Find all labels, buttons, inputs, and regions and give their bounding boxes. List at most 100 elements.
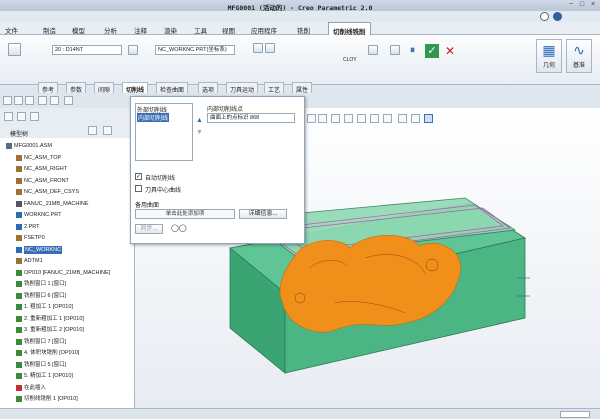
subtab-properties[interactable]: 属性 xyxy=(292,82,313,94)
search-icon[interactable] xyxy=(540,12,549,21)
regenerate-icon[interactable] xyxy=(64,96,73,105)
tree-item[interactable]: 2.PRT xyxy=(0,223,134,231)
pause-icon[interactable]: ⏸ xyxy=(410,45,422,57)
undo-icon[interactable] xyxy=(38,96,47,105)
save-icon[interactable] xyxy=(25,96,34,105)
backup-surface-label: 备用曲面 xyxy=(135,203,160,209)
apply-check-icon[interactable]: ✓ xyxy=(425,44,439,58)
tree-item[interactable]: 4. 体积块铣削 [OP010] xyxy=(0,349,134,357)
datum-button[interactable]: ∿ 基准 xyxy=(566,39,592,73)
selection-filter[interactable] xyxy=(560,411,590,418)
tab-model[interactable]: 模型 xyxy=(72,25,85,35)
tree-item[interactable]: 1. 粗加工 1 [OP010] xyxy=(0,303,134,311)
navigator-header: 模型树 xyxy=(0,108,135,138)
display-style-icon[interactable] xyxy=(370,114,379,123)
tree-item[interactable]: 切削线铣削 1 [OP010] xyxy=(0,395,134,403)
model-tree-tab-icon[interactable] xyxy=(4,112,13,121)
tree-item[interactable]: 3. 重新粗加工 2 [OP010] xyxy=(0,326,134,334)
tree-item-label: 3. 重新粗加工 2 [OP010] xyxy=(24,327,84,333)
tab-annotate[interactable]: 注释 xyxy=(134,25,147,35)
minimize-button[interactable]: − xyxy=(566,1,576,9)
saved-views-icon[interactable] xyxy=(357,114,366,123)
move-down-icon[interactable]: ▼ xyxy=(196,129,203,136)
tree-item-icon xyxy=(16,361,22,368)
refit-icon[interactable] xyxy=(331,114,340,123)
subtab-options[interactable]: 选项 xyxy=(198,82,219,94)
zoom-out-icon[interactable] xyxy=(318,114,327,123)
tool-option-icon-2[interactable] xyxy=(265,43,275,53)
tree-item[interactable]: 在此插入 xyxy=(0,384,134,392)
tool-option-icon[interactable] xyxy=(253,43,263,53)
cutline-list[interactable]: 外部切削线 内部切削线 xyxy=(135,103,193,161)
tab-manufacture[interactable]: 制造 xyxy=(43,25,56,35)
new-file-icon[interactable] xyxy=(3,96,12,105)
tab-analysis[interactable]: 分析 xyxy=(104,25,117,35)
tab-render[interactable]: 渲染 xyxy=(164,25,177,35)
tree-item[interactable]: 2. 重新粗加工 1 [OP010] xyxy=(0,315,134,323)
tab-tools[interactable]: 工具 xyxy=(194,25,207,35)
subtab-check-surfaces[interactable]: 检查曲面 xyxy=(156,82,189,94)
tree-item[interactable]: NC_ASM_DEF_CSYS xyxy=(0,188,134,196)
tree-item[interactable]: FSETP0 xyxy=(0,234,134,242)
sync-button[interactable]: 同步... xyxy=(135,224,163,234)
maximize-button[interactable]: □ xyxy=(577,1,587,9)
tree-filter-icon[interactable] xyxy=(103,126,112,135)
tree-item[interactable]: ADTM1 xyxy=(0,257,134,265)
subtab-parameters[interactable]: 参数 xyxy=(66,82,87,94)
coordinate-system-field[interactable]: NC_WORKNC.PRT(坐标系) xyxy=(155,45,235,55)
annotation-display-icon[interactable] xyxy=(411,114,420,123)
close-window-button[interactable]: × xyxy=(588,1,598,9)
subtab-cutline[interactable]: 切削线 xyxy=(122,82,149,94)
tree-item[interactable]: 铣削窗口 7 [窗口] xyxy=(0,338,134,346)
geometry-button[interactable]: ▦ 几何 xyxy=(536,39,562,73)
open-icon[interactable] xyxy=(14,96,23,105)
verify-icon[interactable] xyxy=(390,45,400,55)
tree-item[interactable]: NC_WORKNC xyxy=(0,245,134,254)
reorient-icon[interactable] xyxy=(344,114,353,123)
tree-settings-icon[interactable] xyxy=(88,126,97,135)
tool-select[interactable]: 20 : D14NT xyxy=(52,45,122,55)
tree-item[interactable]: MFG0001.ASM xyxy=(0,142,134,150)
tree-item[interactable]: 铣削窗口 6 [窗口] xyxy=(0,292,134,300)
tree-item[interactable]: 铣削窗口 5 [窗口] xyxy=(0,361,134,369)
mill-tool-icon[interactable] xyxy=(8,43,21,56)
tree-item[interactable]: NC_ASM_FRONT xyxy=(0,177,134,185)
inner-point-field[interactable]: 曲面上的点标识 868 xyxy=(207,113,295,123)
tab-milling[interactable]: 铣削 xyxy=(297,25,310,35)
tree-item[interactable]: OP010 [FANUC_21MB_MACHINE] xyxy=(0,269,134,277)
tree-item[interactable]: FANUC_21MB_MACHINE xyxy=(0,200,134,208)
details-button[interactable]: 详细信息... xyxy=(239,209,287,219)
cancel-x-icon[interactable]: ✕ xyxy=(443,44,457,58)
redo-icon[interactable] xyxy=(50,96,59,105)
preview-icon[interactable] xyxy=(368,45,378,55)
datum-display-icon[interactable] xyxy=(398,114,407,123)
tool-center-checkbox[interactable] xyxy=(135,185,142,192)
view-manager-icon[interactable] xyxy=(383,114,392,123)
toolpath-display-icon[interactable] xyxy=(424,114,433,123)
zoom-in-icon[interactable] xyxy=(307,114,316,123)
subtab-references[interactable]: 参考 xyxy=(38,82,59,94)
cutline-inner-item[interactable]: 内部切削线 xyxy=(137,113,170,122)
tree-item[interactable]: NC_ASM_RIGHT xyxy=(0,165,134,173)
tab-cutline-milling[interactable]: 切削线铣削 xyxy=(328,22,371,36)
backup-surface-collector[interactable]: 单击此处添加项 xyxy=(135,209,235,219)
tab-applications[interactable]: 应用程序 xyxy=(251,25,277,35)
file-menu[interactable]: 文件 xyxy=(5,25,18,35)
help-icon[interactable] xyxy=(553,12,562,21)
tree-item[interactable]: WORKNC.PRT xyxy=(0,211,134,219)
tree-item[interactable]: 铣削窗口 1 [窗口] xyxy=(0,280,134,288)
move-up-icon[interactable]: ▲ xyxy=(196,117,203,124)
tree-item-icon xyxy=(16,235,22,241)
tree-item[interactable]: 5. 精加工 1 [OP010] xyxy=(0,372,134,380)
subtab-tool-motion[interactable]: 刀具运动 xyxy=(226,82,259,94)
tool-settings-icon[interactable] xyxy=(128,45,138,55)
auto-cutline-checkbox[interactable]: ✓ xyxy=(135,173,142,180)
subtab-clearance[interactable]: 间隙 xyxy=(94,82,115,94)
folder-browser-icon[interactable] xyxy=(17,112,26,121)
subtab-process[interactable]: 工艺 xyxy=(264,82,285,94)
tree-item[interactable]: NC_ASM_TOP xyxy=(0,154,134,162)
tree-item-label: MFG0001.ASM xyxy=(14,143,52,149)
tab-view[interactable]: 视图 xyxy=(222,25,235,35)
favorites-icon[interactable] xyxy=(30,112,39,121)
glasses-icon[interactable]: ◯◯ xyxy=(171,224,187,232)
